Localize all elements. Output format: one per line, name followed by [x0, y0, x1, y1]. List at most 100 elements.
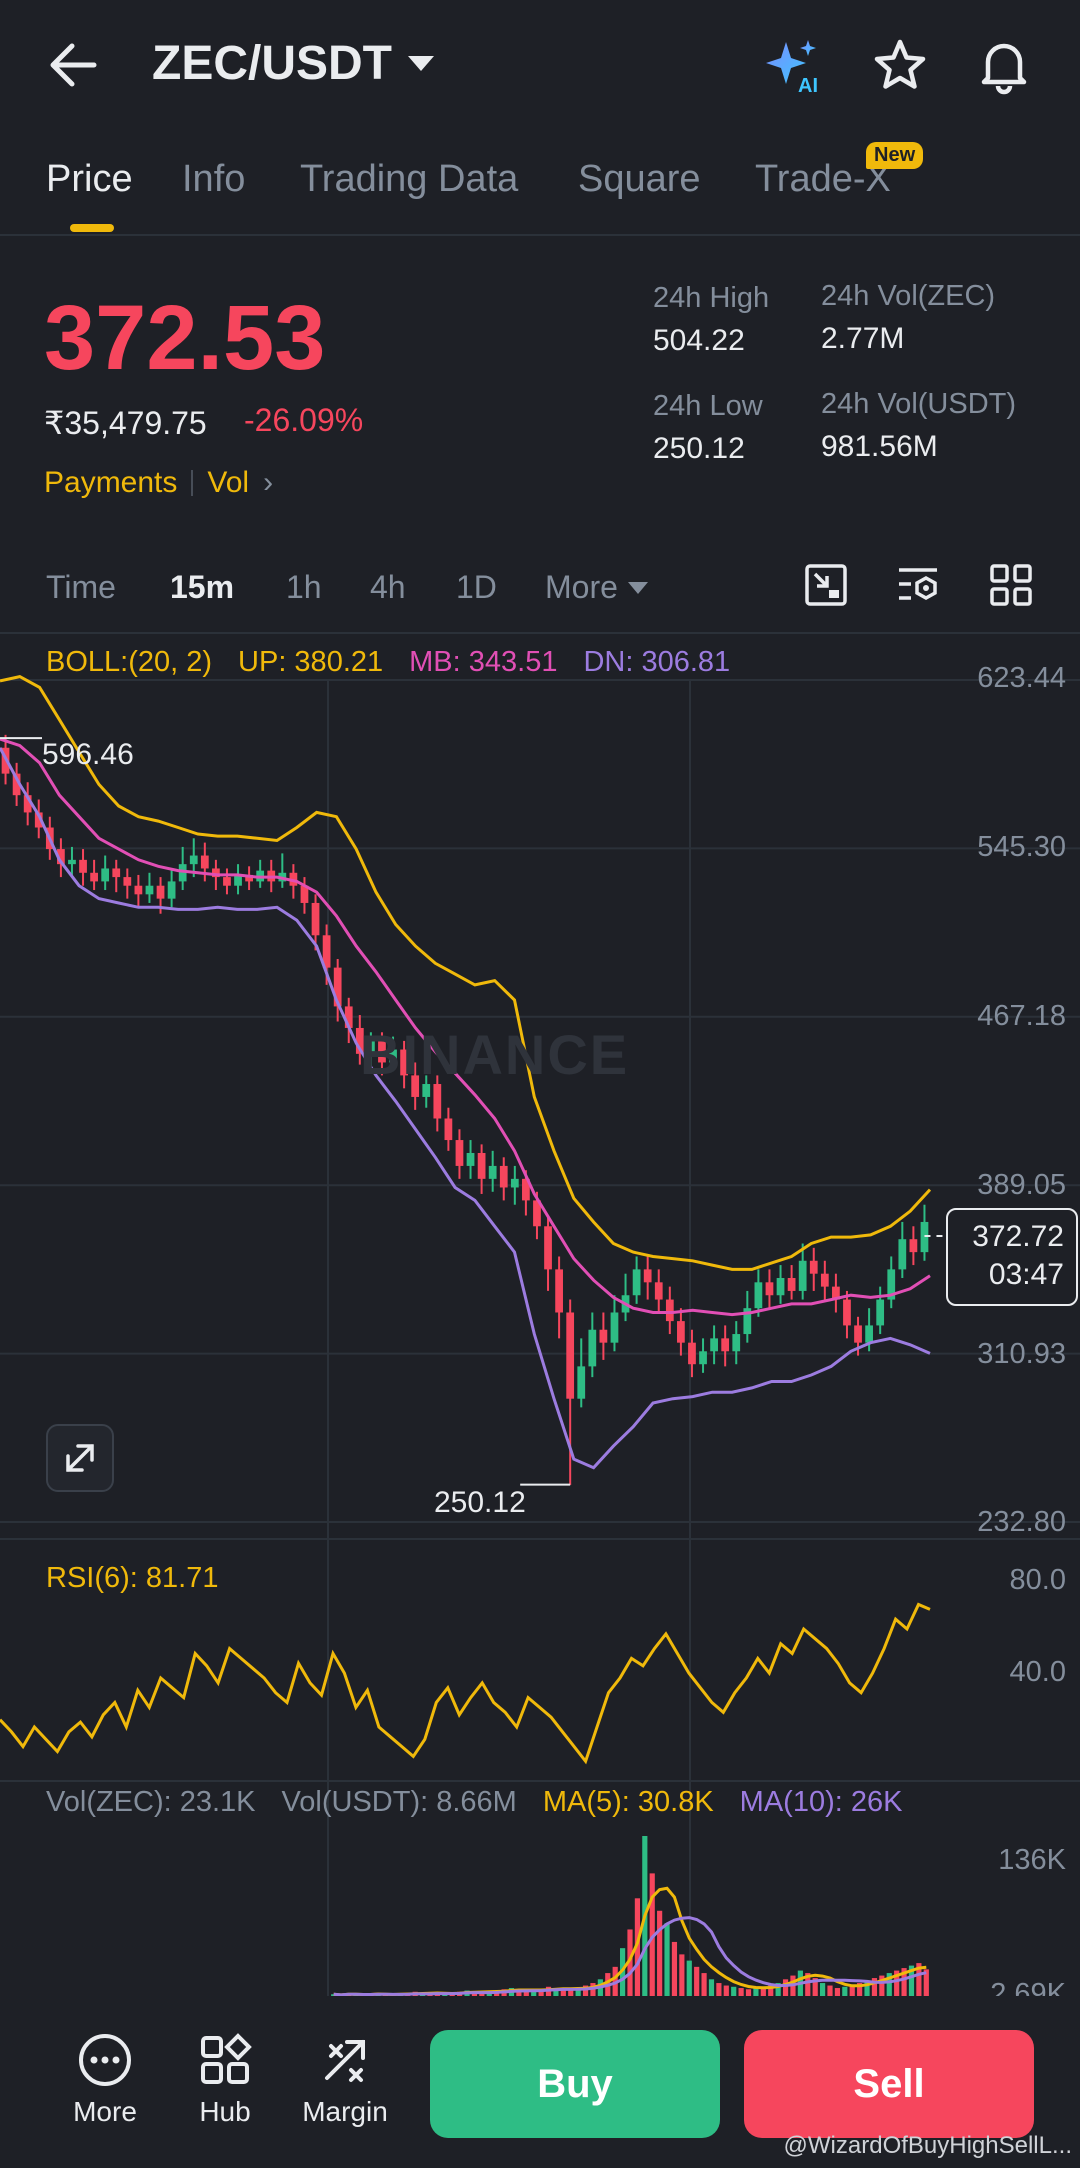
vol-ma5: MA(5): 30.8K: [542, 1786, 714, 1818]
margin-button[interactable]: Margin: [290, 2032, 400, 2128]
price-tick: 467.18: [977, 1000, 1066, 1032]
candle: [433, 1084, 442, 1119]
candle: [843, 1299, 851, 1326]
more-button[interactable]: More: [50, 2032, 160, 2128]
candle: [677, 1321, 685, 1343]
candle: [79, 859, 87, 873]
candle: [599, 1329, 608, 1343]
candle: [156, 885, 165, 899]
volume-bar: [694, 1966, 700, 1998]
candle: [688, 1342, 696, 1365]
candle: [112, 868, 121, 878]
candle: [909, 1239, 918, 1253]
candle: [145, 885, 154, 895]
candle: [765, 1282, 774, 1296]
candle: [68, 859, 76, 865]
price-tick: 310.93: [977, 1338, 1066, 1370]
volume-bar: [701, 1973, 707, 1998]
candlestick-chart[interactable]: [0, 0, 1080, 2000]
hub-label: Hub: [199, 2096, 251, 2127]
candle: [101, 868, 110, 882]
divider: [0, 1780, 1080, 1782]
current-price-box: 372.72 03:47: [946, 1208, 1078, 1306]
candle: [776, 1278, 785, 1296]
rsi-tick: 40.0: [1009, 1656, 1066, 1688]
rsi-value: RSI(6): 81.71: [46, 1562, 219, 1594]
candle: [643, 1269, 652, 1283]
candle: [444, 1118, 453, 1141]
candle: [787, 1278, 796, 1291]
binance-watermark: BINANCE: [360, 1023, 630, 1086]
divider: [0, 1538, 1080, 1540]
candle: [167, 881, 176, 899]
buy-button[interactable]: Buy: [430, 2030, 720, 2138]
max-price-marker: 596.46: [42, 738, 134, 771]
more-label: More: [73, 2096, 137, 2127]
candle: [134, 885, 143, 895]
volume-bar: [686, 1960, 692, 1998]
candle: [566, 1312, 575, 1399]
expand-icon[interactable]: [46, 1424, 114, 1492]
candle: [754, 1282, 763, 1309]
candle: [477, 1152, 486, 1179]
current-price: 372.72: [972, 1220, 1064, 1253]
candle: [876, 1299, 885, 1326]
candle: [499, 1165, 508, 1188]
volume-bar: [790, 1975, 796, 1998]
min-price-marker: 250.12: [434, 1486, 526, 1519]
vol-tick: 2.69K: [990, 1978, 1066, 1998]
price-tick: 623.44: [977, 662, 1066, 694]
margin-icon: [325, 2040, 365, 2082]
candle: [510, 1178, 519, 1188]
hub-icon: [201, 2033, 252, 2084]
candle: [710, 1338, 718, 1352]
candle: [820, 1273, 829, 1287]
candle: [809, 1260, 818, 1274]
candle: [699, 1351, 707, 1365]
volume-bar: [671, 1941, 678, 1998]
candle: [854, 1325, 862, 1343]
candle: [544, 1226, 552, 1270]
candle: [732, 1334, 741, 1352]
candle: [466, 1152, 475, 1166]
vol-legend: Vol(ZEC): 23.1K Vol(USDT): 8.66M MA(5): …: [46, 1786, 902, 1819]
price-tick: 232.80: [977, 1506, 1066, 1538]
margin-label: Margin: [302, 2096, 388, 2127]
candle: [865, 1325, 873, 1343]
vol-ma10: MA(10): 26K: [739, 1786, 903, 1818]
boll-up-line: [0, 675, 932, 1271]
price-tick: 545.30: [977, 831, 1066, 863]
rsi-tick: 80.0: [1009, 1564, 1066, 1596]
candle: [189, 855, 198, 865]
candle: [90, 872, 98, 882]
watermark-credit: @WizardOfBuyHighSellL...: [783, 2132, 1072, 2159]
candle: [654, 1282, 663, 1300]
vol-usdt: Vol(USDT): 8.66M: [281, 1786, 517, 1818]
candle: [123, 877, 132, 886]
candle: [223, 877, 231, 886]
candle: [455, 1140, 464, 1166]
boll-dn-line: [0, 747, 931, 1470]
candle: [898, 1239, 907, 1270]
candle: [610, 1312, 619, 1343]
vol-zec: Vol(ZEC): 23.1K: [46, 1786, 256, 1818]
hub-button[interactable]: Hub: [170, 2032, 280, 2128]
candle-countdown: 03:47: [988, 1258, 1064, 1291]
price-tick: 389.05: [977, 1169, 1066, 1201]
rsi-legend: RSI(6): 81.71: [46, 1562, 218, 1595]
candle: [555, 1269, 563, 1313]
volume-bar: [679, 1954, 685, 1998]
vol-tick: 136K: [998, 1844, 1066, 1876]
volume-bar: [657, 1910, 663, 1998]
more-dots-icon: [79, 2034, 131, 2086]
candle: [488, 1165, 497, 1179]
sell-button[interactable]: Sell: [744, 2030, 1034, 2138]
volume-bar: [664, 1923, 670, 1998]
candle: [577, 1366, 586, 1399]
candle: [588, 1329, 597, 1367]
candle: [200, 855, 209, 869]
candle: [721, 1338, 730, 1352]
candle: [920, 1221, 929, 1253]
rsi-line: [0, 1602, 931, 1765]
candle: [665, 1299, 674, 1322]
